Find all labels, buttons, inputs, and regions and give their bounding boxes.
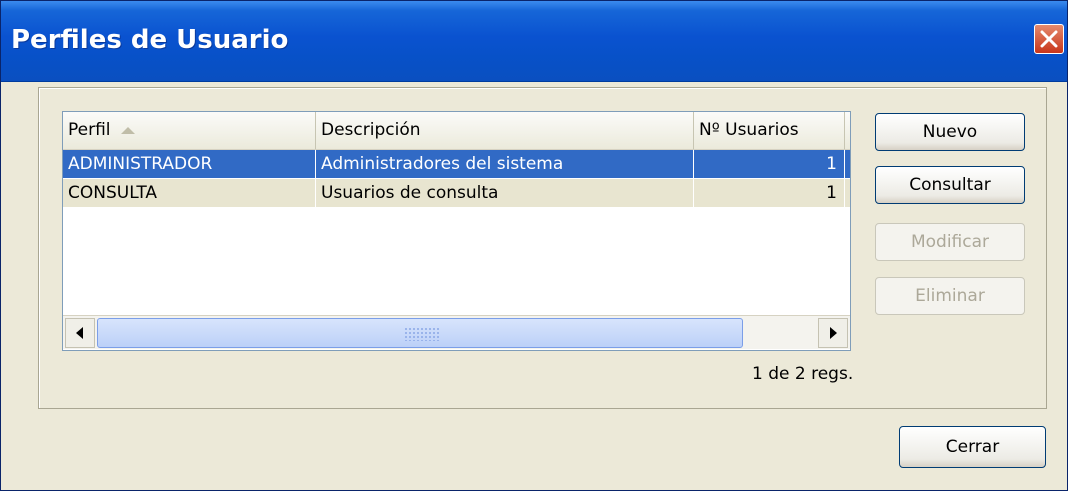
cell-usuarios: 1 [694,179,845,207]
cell-descripcion: Usuarios de consulta [316,179,694,207]
close-button[interactable] [1034,24,1064,54]
arrow-right-icon [830,327,837,339]
column-header-descripcion[interactable]: Descripción [316,112,694,149]
scroll-right-button[interactable] [818,318,848,348]
column-header-b[interactable]: B [845,112,850,149]
column-header-perfil[interactable]: Perfil [63,112,316,149]
grip-icon [404,327,440,341]
cell-usuarios: 1 [694,150,845,178]
cerrar-button[interactable]: Cerrar [899,426,1046,468]
table-header: Perfil Descripción Nº Usuarios B [63,112,850,151]
cell-descripcion: Administradores del sistema [316,150,694,178]
title-bar[interactable]: Perfiles de Usuario [1,1,1067,82]
dialog-window: Perfiles de Usuario Perfil Descripción N… [0,0,1068,491]
nuevo-button[interactable]: Nuevo [875,113,1025,151]
close-icon [1040,30,1058,48]
column-header-usuarios[interactable]: Nº Usuarios [694,112,845,149]
horizontal-scrollbar[interactable] [63,315,850,349]
eliminar-button[interactable]: Eliminar [875,277,1025,315]
modificar-button[interactable]: Modificar [875,223,1025,261]
record-count: 1 de 2 regs. [752,364,854,384]
consultar-button[interactable]: Consultar [875,166,1025,204]
profiles-table: Perfil Descripción Nº Usuarios B ADMINIS… [62,111,851,351]
scroll-left-button[interactable] [65,318,95,348]
arrow-left-icon [76,327,83,339]
cell-perfil: CONSULTA [63,179,316,207]
sort-ascending-icon [120,126,135,134]
table-row[interactable]: CONSULTA Usuarios de consulta 1 [63,179,850,207]
window-title: Perfiles de Usuario [11,25,289,55]
scrollbar-thumb[interactable] [97,318,743,348]
table-row[interactable]: ADMINISTRADOR Administradores del sistem… [63,150,850,178]
cell-perfil: ADMINISTRADOR [63,150,316,178]
